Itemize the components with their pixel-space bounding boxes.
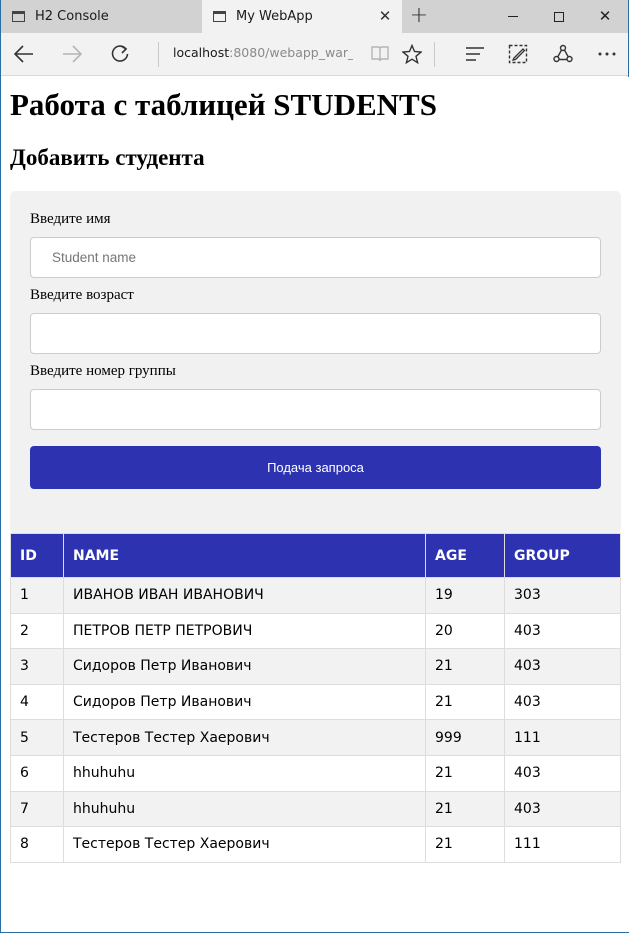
cell-group: 111 — [504, 826, 621, 863]
refresh-icon[interactable] — [103, 39, 137, 69]
address-bar[interactable]: localhost:8080/webapp_war_exp — [173, 45, 353, 63]
cell-name: Тестеров Тестер Хаерович — [63, 826, 426, 863]
table-row: 8 Тестеров Тестер Хаерович 21 111 — [10, 826, 621, 863]
table-row: 5 Тестеров Тестер Хаерович 999 111 — [10, 719, 621, 756]
cell-name: Сидоров Петр Иванович — [63, 683, 426, 721]
table-header-row: ID NAME AGE GROUP — [10, 533, 621, 578]
tab-page-icon — [12, 11, 25, 22]
cell-age: 20 — [425, 612, 505, 650]
forward-icon[interactable] — [55, 39, 89, 69]
tab-title: H2 Console — [35, 9, 109, 24]
cell-group: 403 — [504, 683, 621, 721]
cell-id: 7 — [10, 790, 64, 828]
tab-strip: H2 Console My WebApp ✕ + ✕ — [1, 0, 628, 33]
cell-age: 21 — [425, 648, 505, 685]
cell-id: 3 — [10, 648, 64, 685]
tab-title: My WebApp — [236, 9, 313, 24]
minimize-icon[interactable] — [490, 0, 536, 33]
maximize-icon[interactable] — [536, 0, 582, 33]
tab-close-icon[interactable]: ✕ — [376, 7, 394, 25]
cell-id: 8 — [10, 826, 64, 863]
page-content: Работа с таблицей STUDENTS Добавить студ… — [2, 77, 629, 932]
cell-id: 4 — [10, 683, 64, 721]
cell-id: 1 — [10, 577, 64, 614]
browser-window: H2 Console My WebApp ✕ + ✕ localhost:808… — [0, 0, 629, 933]
cell-name: hhuhuhu — [63, 754, 426, 792]
address-host: localhost — [173, 45, 230, 60]
web-note-icon[interactable] — [501, 39, 535, 69]
cell-id: 2 — [10, 612, 64, 650]
submit-button[interactable]: Подача запроса — [30, 446, 601, 489]
students-table: ID NAME AGE GROUP 1 ИВАНОВ ИВАН ИВАНОВИЧ… — [10, 533, 621, 863]
add-student-form: Введите имя Введите возраст Введите номе… — [10, 191, 621, 534]
cell-group: 403 — [504, 790, 621, 828]
name-input[interactable] — [30, 237, 601, 278]
cell-age: 21 — [425, 790, 505, 828]
favorite-star-icon[interactable] — [395, 39, 429, 69]
cell-age: 999 — [425, 719, 505, 756]
table-row: 7 hhuhuhu 21 403 — [10, 790, 621, 828]
table-row: 1 ИВАНОВ ИВАН ИВАНОВИЧ 19 303 — [10, 577, 621, 614]
cell-name: Тестеров Тестер Хаерович — [63, 719, 426, 756]
back-icon[interactable] — [7, 39, 41, 69]
age-input[interactable] — [30, 313, 601, 354]
column-header-group: GROUP — [504, 533, 621, 578]
address-separator — [158, 42, 159, 67]
column-header-age: AGE — [425, 533, 505, 578]
tab-h2-console[interactable]: H2 Console — [1, 0, 202, 33]
page-title: Работа с таблицей STUDENTS — [10, 87, 437, 122]
group-input[interactable] — [30, 389, 601, 430]
cell-age: 21 — [425, 754, 505, 792]
cell-group: 403 — [504, 648, 621, 685]
cell-age: 21 — [425, 683, 505, 721]
column-header-name: NAME — [63, 533, 426, 578]
reading-view-icon[interactable] — [363, 39, 397, 69]
cell-age: 19 — [425, 577, 505, 614]
tab-my-webapp[interactable]: My WebApp ✕ — [202, 0, 402, 33]
cell-id: 5 — [10, 719, 64, 756]
table-row: 3 Сидоров Петр Иванович 21 403 — [10, 648, 621, 685]
window-close-icon[interactable]: ✕ — [582, 0, 628, 33]
cell-name: Сидоров Петр Иванович — [63, 648, 426, 685]
table-row: 2 ПЕТРОВ ПЕТР ПЕТРОВИЧ 20 403 — [10, 612, 621, 650]
browser-toolbar: localhost:8080/webapp_war_exp — [1, 33, 628, 76]
share-icon[interactable] — [546, 39, 580, 69]
cell-id: 6 — [10, 754, 64, 792]
cell-group: 403 — [504, 754, 621, 792]
cell-group: 111 — [504, 719, 621, 756]
column-header-id: ID — [10, 533, 64, 578]
new-tab-icon[interactable]: + — [405, 0, 433, 33]
name-label: Введите имя — [30, 211, 111, 227]
cell-group: 303 — [504, 577, 621, 614]
table-row: 6 hhuhuhu 21 403 — [10, 754, 621, 792]
section-title: Добавить студента — [10, 145, 205, 170]
group-label: Введите номер группы — [30, 363, 176, 379]
cell-group: 403 — [504, 612, 621, 650]
address-path: :8080/webapp_war_exp — [229, 45, 353, 60]
cell-name: ИВАНОВ ИВАН ИВАНОВИЧ — [63, 577, 426, 614]
age-label: Введите возраст — [30, 287, 134, 303]
cell-age: 21 — [425, 826, 505, 863]
tab-page-icon — [213, 11, 226, 22]
cell-name: hhuhuhu — [63, 790, 426, 828]
cell-name: ПЕТРОВ ПЕТР ПЕТРОВИЧ — [63, 612, 426, 650]
toolbar-separator — [434, 42, 435, 67]
table-row: 4 Сидоров Петр Иванович 21 403 — [10, 683, 621, 721]
more-icon[interactable] — [590, 39, 624, 69]
hub-icon[interactable] — [458, 39, 492, 69]
